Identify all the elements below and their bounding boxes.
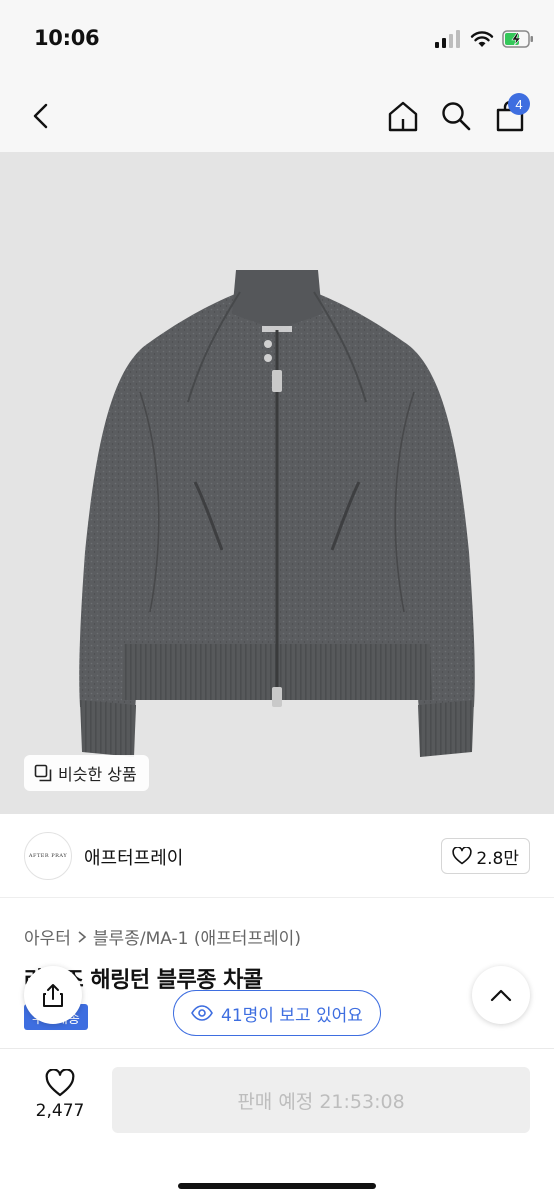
breadcrumb: 아우터 블루종/MA-1 (애프터프레이) (24, 924, 301, 949)
eye-icon (191, 1005, 213, 1021)
jacket-illustration (79, 270, 475, 757)
similar-products-button[interactable]: 비슷한 상품 (24, 755, 149, 791)
scroll-to-top-button[interactable] (472, 966, 530, 1024)
share-button[interactable] (24, 966, 82, 1024)
nav-bar: 4 (0, 80, 554, 152)
brand-like-button[interactable]: 2.8만 (441, 838, 530, 874)
home-icon (388, 101, 418, 132)
wishlist-count: 2,477 (35, 1101, 85, 1121)
home-indicator (178, 1183, 376, 1189)
status-icons (434, 28, 534, 50)
breadcrumb-item-category[interactable]: 블루종/MA-1 (애프터프레이) (93, 924, 301, 949)
search-button[interactable] (434, 94, 478, 138)
status-time: 10:06 (34, 26, 100, 50)
bottom-action-bar: 2,477 판매 예정 21:53:08 (0, 1048, 554, 1200)
chevron-up-icon (490, 989, 512, 1002)
wishlist-button[interactable]: 2,477 (22, 1069, 98, 1121)
back-button[interactable] (20, 94, 64, 138)
brand-logo[interactable]: AFTER PRAY (24, 832, 72, 880)
viewers-label: 41명이 보고 있어요 (221, 1005, 363, 1026)
cart-button[interactable]: 4 (488, 93, 532, 138)
cellular-signal-icon (435, 30, 460, 48)
home-button[interactable] (381, 94, 425, 138)
chevron-right-icon (78, 930, 87, 943)
product-image[interactable]: 비슷한 상품 (0, 152, 554, 814)
heart-icon (452, 847, 472, 865)
similar-products-label: 비슷한 상품 (58, 765, 137, 784)
viewers-indicator: 41명이 보고 있어요 (173, 990, 381, 1036)
brand-row: AFTER PRAY 애프터프레이 2.8만 (0, 814, 554, 898)
wifi-icon (470, 31, 494, 47)
search-icon (442, 102, 471, 131)
copy-square-icon (34, 764, 52, 782)
share-icon (43, 984, 63, 1007)
brand-name[interactable]: 애프터프레이 (84, 844, 183, 870)
battery-charging-icon (502, 30, 533, 48)
heart-icon (45, 1069, 75, 1097)
breadcrumb-item-outer[interactable]: 아우터 (24, 924, 71, 949)
status-bar: 10:06 (0, 0, 554, 80)
sale-scheduled-button[interactable]: 판매 예정 21:53:08 (112, 1067, 530, 1133)
brand-like-count: 2.8만 (476, 848, 519, 869)
cart-count-badge: 4 (508, 93, 530, 115)
chevron-left-icon (33, 103, 48, 129)
